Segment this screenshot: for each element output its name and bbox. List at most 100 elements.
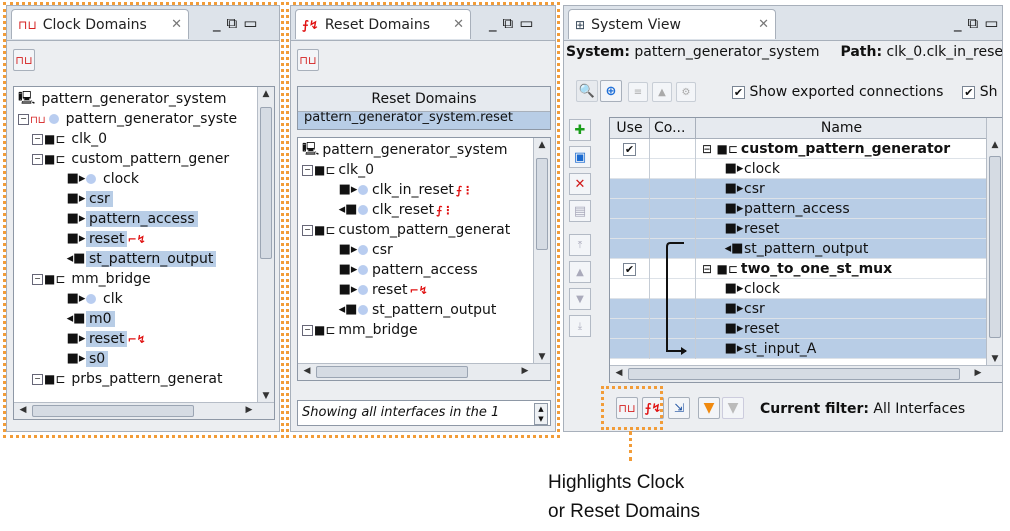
row-name-label: reset (744, 221, 780, 237)
move-bottom-button[interactable]: ⤓ (569, 315, 591, 337)
use-cell[interactable] (610, 199, 650, 219)
table-horizontal-scrollbar[interactable]: ◀ ▶ (610, 365, 1002, 382)
use-cell[interactable] (610, 219, 650, 239)
use-cell[interactable]: ✔ (610, 139, 650, 159)
checkbox-icon[interactable]: ✔ (623, 262, 636, 276)
row-name-label: pattern_access (744, 201, 850, 217)
row-name-label: csr (744, 301, 765, 317)
use-cell[interactable] (610, 159, 650, 179)
filter-button[interactable]: ▼ (698, 397, 720, 419)
clock-panel-highlight (3, 2, 284, 438)
show-exported-label: Show exported connections (749, 84, 944, 100)
close-icon[interactable]: ✕ (758, 17, 769, 32)
edit-button[interactable]: ▤ (569, 200, 591, 222)
show-exported-label-2: Sh (979, 84, 998, 100)
name-cell: ■▸pattern_access (724, 199, 850, 219)
name-cell: ◂■st_pattern_output (724, 239, 869, 259)
scroll-down-icon[interactable]: ▼ (988, 354, 1002, 364)
column-header-connections[interactable]: Co... (650, 118, 696, 138)
row-name-label: st_pattern_output (744, 241, 869, 257)
system-table[interactable]: Use Co... Name ✔ ⊟ ■⊏ custom_pattern_gener… (609, 117, 1002, 383)
row-name-label: reset (744, 321, 780, 337)
path-label: Path: (840, 44, 883, 60)
add-component-button[interactable]: ▣ (569, 146, 591, 168)
show-exported-checkbox[interactable]: ✔ Show exported connections ✔ Sh (732, 84, 998, 100)
fit-button[interactable]: ≡ (628, 82, 648, 102)
name-cell: ■▸clock (724, 279, 780, 299)
name-cell: ■▸reset (724, 319, 780, 339)
maximize-icon[interactable]: ▭ (984, 14, 998, 32)
table-vertical-scrollbar[interactable]: ▲ ▼ (986, 118, 1002, 366)
name-cell: ■▸csr (724, 179, 765, 199)
settings-icon: ⚙ (681, 86, 691, 98)
scroll-thumb[interactable] (628, 368, 960, 380)
clear-filter-button[interactable]: ▼ (722, 397, 744, 419)
system-tab-title: System View (591, 16, 681, 33)
tab-system-view[interactable]: ⊞ System View ✕ (568, 9, 776, 39)
name-cell: ⊟ ■⊏ custom_pattern_generator (702, 139, 950, 159)
component-icon: ■⊏ (716, 262, 738, 276)
use-cell[interactable] (610, 319, 650, 339)
use-cell[interactable] (610, 299, 650, 319)
path-value: clk_0.clk_in_reset (886, 44, 1003, 60)
input-port-icon: ■▸ (724, 341, 744, 356)
row-name-label: clock (744, 161, 780, 177)
remove-button[interactable]: ✕ (569, 173, 591, 195)
name-cell: ■▸st_input_A (724, 339, 817, 359)
scroll-right-icon[interactable]: ▶ (971, 368, 985, 378)
use-cell[interactable] (610, 179, 650, 199)
callout-text: Highlights Clock or Reset Domains (548, 468, 748, 526)
collapse-icon[interactable]: ⊟ (702, 262, 712, 276)
move-up-button[interactable]: ▲ (569, 261, 591, 283)
collapse-icon[interactable]: ⊟ (702, 142, 712, 156)
move-top-button[interactable]: ⤒ (569, 234, 591, 256)
export-button[interactable]: ⇲ (668, 397, 690, 419)
minimize-icon[interactable]: _ (954, 14, 962, 32)
row-name-label: st_input_A (744, 341, 817, 357)
output-port-icon: ◂■ (724, 241, 744, 256)
system-label: System: (566, 44, 630, 60)
input-port-icon: ■▸ (724, 221, 744, 236)
move-down-button[interactable]: ▼ (569, 288, 591, 310)
use-cell[interactable] (610, 279, 650, 299)
filter-icon: ▼ (703, 400, 715, 416)
checkbox-icon[interactable]: ✔ (732, 85, 745, 99)
fit-icon: ≡ (633, 86, 643, 98)
checkbox-icon[interactable]: ✔ (623, 142, 636, 156)
use-cell[interactable] (610, 239, 650, 259)
row-name-label: custom_pattern_generator (740, 141, 951, 157)
input-port-icon: ■▸ (724, 181, 744, 196)
reset-panel-highlight (286, 2, 560, 438)
name-cell: ⊟ ■⊏ two_to_one_st_mux (702, 259, 892, 279)
input-port-icon: ■▸ (724, 321, 744, 336)
scroll-thumb[interactable] (989, 156, 1001, 338)
zoom-out-button[interactable]: 🔍 (576, 80, 598, 102)
scroll-up-icon[interactable]: ▲ (988, 140, 1002, 150)
row-name-label: clock (744, 281, 780, 297)
input-port-icon: ■▸ (724, 161, 744, 176)
column-header-name[interactable]: Name (696, 118, 987, 138)
domain-buttons-highlight (601, 386, 663, 430)
connection-lines (666, 242, 687, 355)
use-cell[interactable] (610, 339, 650, 359)
row-name-label: two_to_one_st_mux (740, 261, 893, 277)
callout-line-1: Highlights Clock (548, 472, 685, 493)
add-button[interactable]: ✚ (569, 119, 591, 141)
current-filter-line: Current filter: All Interfaces (760, 401, 965, 417)
input-port-icon: ■▸ (724, 281, 744, 296)
clear-filter-icon: ▼ (727, 400, 739, 416)
zoom-in-button[interactable]: ⊕ (600, 80, 622, 102)
settings-button[interactable]: ⚙ (676, 82, 696, 102)
detach-icon[interactable]: ⧉ (968, 14, 979, 32)
filter-label: Current filter: (760, 401, 869, 417)
system-path-line: System: pattern_generator_system Path: c… (566, 44, 1003, 60)
use-cell[interactable]: ✔ (610, 259, 650, 279)
move-up-button[interactable]: ▲ (652, 82, 672, 102)
export-icon: ⇲ (673, 401, 685, 415)
filter-value: All Interfaces (873, 401, 966, 417)
scroll-left-icon[interactable]: ◀ (612, 368, 626, 378)
column-header-use[interactable]: Use (610, 118, 650, 138)
table-header: Use Co... Name (610, 118, 987, 139)
checkbox-icon[interactable]: ✔ (962, 85, 976, 99)
system-window-buttons: _ ⧉ ▭ (954, 14, 998, 32)
